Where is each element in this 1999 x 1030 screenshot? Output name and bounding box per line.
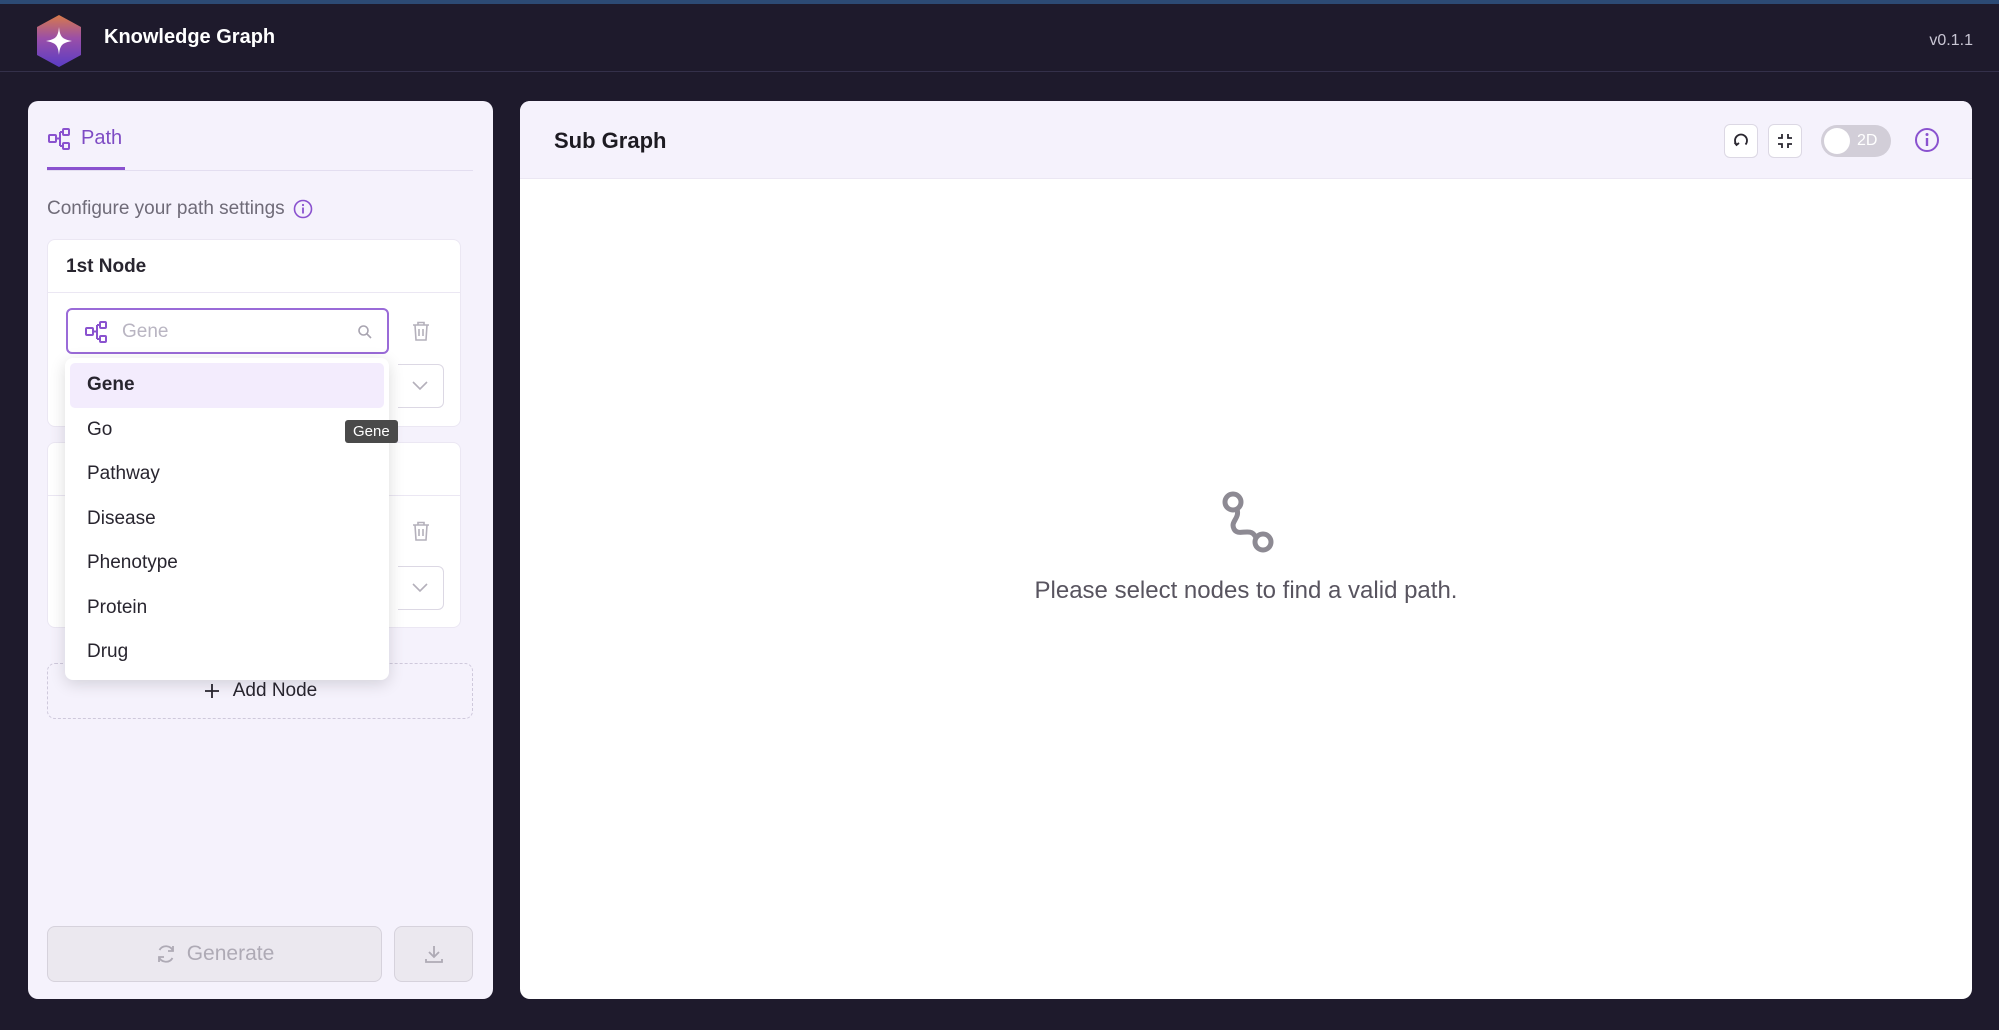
dropdown-option-disease[interactable]: Disease — [70, 497, 384, 542]
path-nodes-icon — [48, 128, 70, 150]
dropdown-option-protein[interactable]: Protein — [70, 586, 384, 631]
download-button[interactable] — [394, 926, 473, 982]
dimension-toggle[interactable]: 2D — [1821, 125, 1891, 157]
dropdown-option-label: Gene — [87, 374, 135, 396]
dropdown-option-label: Disease — [87, 507, 156, 529]
delete-node-icon[interactable] — [411, 320, 431, 342]
sub-graph-title: Sub Graph — [554, 128, 667, 153]
sub-graph-header: Sub Graph 2D — [520, 101, 1972, 179]
relation-select-2[interactable] — [398, 566, 444, 610]
delete-node-icon[interactable] — [411, 520, 431, 542]
path-route-icon — [1222, 491, 1274, 553]
fullscreen-exit-icon — [1778, 134, 1792, 148]
tab-path-label: Path — [81, 127, 123, 149]
fullscreen-button[interactable] — [1768, 124, 1802, 158]
refresh-icon — [157, 945, 174, 963]
configure-text: Configure your path settings — [47, 198, 285, 219]
chevron-down-icon — [412, 583, 428, 593]
reset-view-button[interactable] — [1724, 124, 1758, 158]
info-icon[interactable] — [1914, 127, 1940, 153]
download-icon — [424, 946, 443, 963]
toggle-knob — [1824, 128, 1850, 154]
chevron-down-icon — [412, 381, 428, 391]
reset-icon — [1733, 133, 1748, 147]
search-icon — [358, 325, 372, 339]
node-type-dropdown: Gene Go Pathway Disease Phenotype Protei… — [65, 358, 389, 680]
node-card-header: 1st Node — [48, 240, 460, 293]
dropdown-option-label: Protein — [87, 596, 148, 618]
dropdown-option-gene[interactable]: Gene — [70, 363, 384, 408]
top-bar: Knowledge Graph v0.1.1 — [0, 4, 1999, 72]
option-tooltip: Gene — [345, 420, 398, 443]
relation-select[interactable] — [398, 364, 444, 408]
path-nodes-icon — [85, 321, 107, 343]
app-title: Knowledge Graph — [104, 26, 276, 48]
dropdown-option-phenotype[interactable]: Phenotype — [70, 541, 384, 586]
generate-button[interactable]: Generate — [47, 926, 382, 982]
toggle-label: 2D — [1857, 132, 1878, 149]
dropdown-option-label: Go — [87, 418, 113, 440]
configure-hint: Configure your path settings — [47, 198, 313, 220]
empty-state-message: Please select nodes to find a valid path… — [1034, 577, 1458, 604]
dropdown-option-label: Phenotype — [87, 552, 178, 574]
node-search-input[interactable]: Gene — [66, 308, 389, 354]
dropdown-option-label: Drug — [87, 641, 129, 663]
dropdown-option-pathway[interactable]: Pathway — [70, 452, 384, 497]
dropdown-option-go[interactable]: Go — [70, 408, 384, 453]
search-placeholder: Gene — [122, 321, 169, 342]
tab-divider — [47, 170, 473, 171]
dropdown-option-label: Pathway — [87, 463, 160, 485]
version-label: v0.1.1 — [1929, 32, 1973, 49]
app-logo-icon — [37, 15, 81, 67]
dropdown-option-drug[interactable]: Drug — [70, 630, 384, 675]
plus-icon — [204, 684, 219, 698]
generate-label: Generate — [186, 942, 275, 965]
add-node-label: Add Node — [232, 680, 318, 701]
info-icon[interactable] — [293, 199, 313, 219]
sub-graph-panel: Sub Graph 2D Please select nodes to find… — [520, 101, 1972, 999]
